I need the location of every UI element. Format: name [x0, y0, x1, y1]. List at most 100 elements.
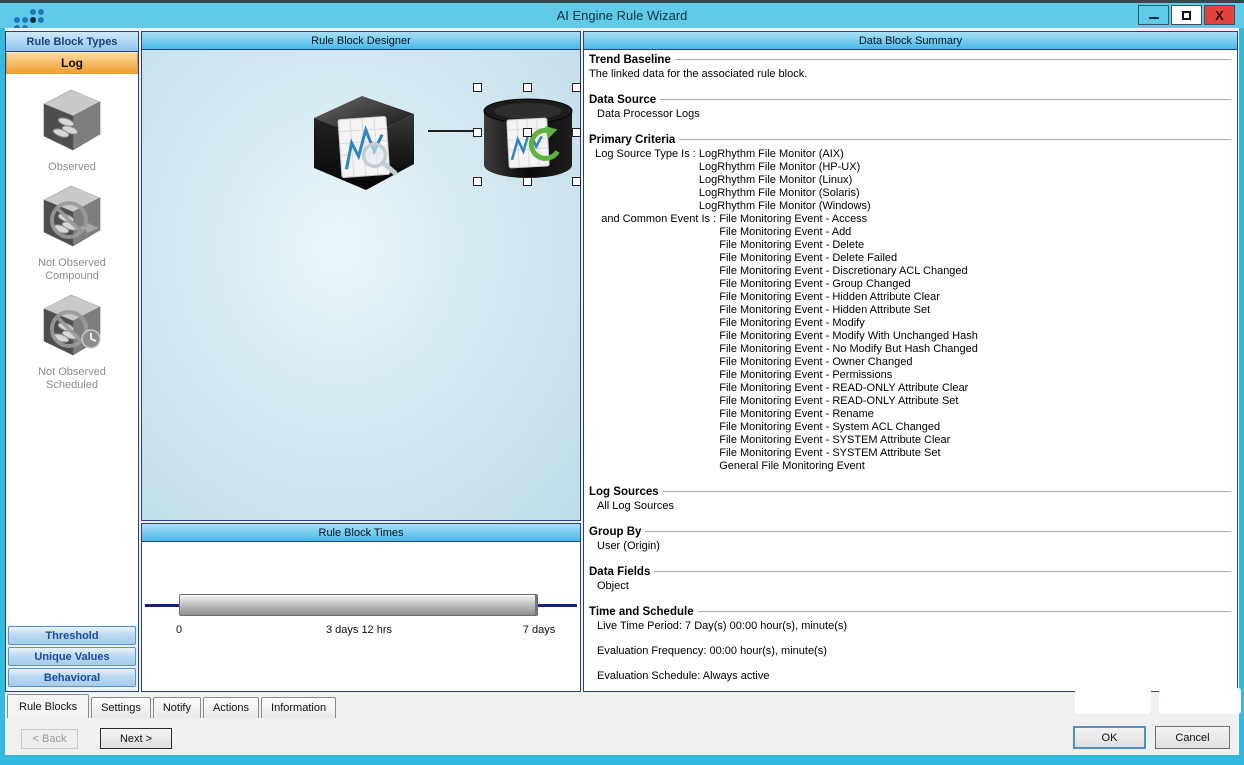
- time-range-slider[interactable]: [179, 594, 538, 616]
- section-title-text: Primary Criteria: [589, 133, 675, 147]
- cancel-button[interactable]: Cancel: [1155, 726, 1230, 749]
- rule-type-label: Not ObservedScheduled: [38, 366, 106, 392]
- tab-information[interactable]: Information: [261, 697, 336, 718]
- selection-handle[interactable]: [523, 177, 532, 186]
- criteria-value: File Monitoring Event - Hidden Attribute…: [719, 291, 1233, 304]
- criteria-value: File Monitoring Event - SYSTEM Attribute…: [719, 447, 1233, 460]
- tab-actions[interactable]: Actions: [203, 697, 259, 718]
- rule-block-times-panel: Rule Block Times 03 days 12 hrs7 days: [141, 523, 581, 692]
- criteria-value: File Monitoring Event - Owner Changed: [719, 356, 1233, 369]
- window-controls: X: [1136, 5, 1235, 25]
- selection-handle[interactable]: [572, 128, 581, 137]
- selection-handle[interactable]: [473, 128, 482, 137]
- selection-handle[interactable]: [473, 83, 482, 92]
- section-title: Log Sources: [589, 485, 1233, 499]
- section-rule-line: [679, 139, 1231, 141]
- data-block-summary-panel: Data Block Summary Trend BaselineThe lin…: [583, 31, 1238, 692]
- summary-section: Group ByUser (Origin): [589, 525, 1233, 553]
- category-button-threshold[interactable]: Threshold: [8, 626, 136, 645]
- selection-handle[interactable]: [473, 177, 482, 186]
- criteria-value: LogRhythm File Monitor (AIX): [699, 148, 1233, 161]
- selection-handle[interactable]: [572, 83, 581, 92]
- category-button-unique-values[interactable]: Unique Values: [8, 647, 136, 666]
- section-rule-line: [645, 531, 1231, 533]
- criteria-value: LogRhythm File Monitor (Solaris): [699, 187, 1233, 200]
- category-button-behavioral[interactable]: Behavioral: [8, 668, 136, 687]
- rule-type-list: Observed Not ObservedCompound Not Observ…: [6, 74, 138, 625]
- criteria-value: File Monitoring Event - Permissions: [719, 369, 1233, 382]
- rule-type-label: Not ObservedCompound: [38, 257, 106, 283]
- section-title: Trend Baseline: [589, 53, 1233, 67]
- summary-section: Data SourceData Processor Logs: [589, 93, 1233, 121]
- baseline-cylinder-block-icon[interactable]: [480, 97, 576, 188]
- ai-engine-rule-wizard-window: AI Engine Rule Wizard X Rule Block Types…: [0, 0, 1244, 765]
- criteria-value: File Monitoring Event - READ-ONLY Attrib…: [719, 395, 1233, 408]
- section-title-text: Time and Schedule: [589, 605, 694, 619]
- maximize-icon[interactable]: [1171, 5, 1202, 25]
- criteria-value: File Monitoring Event - System ACL Chang…: [719, 421, 1233, 434]
- section-rule-line: [698, 611, 1231, 613]
- window-title: AI Engine Rule Wizard: [0, 8, 1244, 23]
- ghost-rect: [1159, 688, 1241, 714]
- criteria-label: Log Source Type Is :: [589, 148, 699, 213]
- tab-settings[interactable]: Settings: [91, 697, 151, 718]
- rule-block-types-panel: Rule Block Types Log Observed Not Observ…: [5, 31, 139, 692]
- data-block-summary-header: Data Block Summary: [584, 32, 1237, 50]
- section-rule-line: [663, 491, 1231, 493]
- designer-canvas[interactable]: [142, 50, 580, 520]
- rule-block-types-header: Rule Block Types: [6, 32, 138, 52]
- section-rule-line: [660, 99, 1231, 101]
- close-icon[interactable]: X: [1204, 5, 1235, 25]
- data-block-summary-body: Trend BaselineThe linked data for the as…: [584, 50, 1237, 691]
- summary-section: Data FieldsObject: [589, 565, 1233, 593]
- rule-block-designer-header: Rule Block Designer: [142, 32, 580, 50]
- section-line: Evaluation Frequency: 00:00 hour(s), min…: [589, 645, 1233, 658]
- section-title: Data Source: [589, 93, 1233, 107]
- selection-handle[interactable]: [572, 177, 581, 186]
- section-rule-line: [675, 59, 1231, 61]
- observed-cube-icon: [36, 86, 108, 157]
- selection-handle[interactable]: [523, 83, 532, 92]
- section-title: Primary Criteria: [589, 133, 1233, 147]
- section-title-text: Trend Baseline: [589, 53, 671, 67]
- minimize-icon[interactable]: [1138, 5, 1169, 25]
- ok-button[interactable]: OK: [1073, 726, 1146, 749]
- section-line: Evaluation Schedule: Always active: [589, 670, 1233, 683]
- time-scale-label: 7 days: [523, 624, 555, 636]
- section-line: All Log Sources: [589, 500, 1233, 513]
- section-title-text: Group By: [589, 525, 641, 539]
- section-line: Live Time Period: 7 Day(s) 00:00 hour(s)…: [589, 620, 1233, 633]
- block-connector-line: [428, 130, 474, 132]
- tab-notify[interactable]: Notify: [153, 697, 201, 718]
- criteria-value: LogRhythm File Monitor (HP-UX): [699, 161, 1233, 174]
- criteria-label: and Common Event Is :: [589, 213, 719, 473]
- summary-section: Trend BaselineThe linked data for the as…: [589, 53, 1233, 81]
- title-bar[interactable]: AI Engine Rule Wizard X: [0, 3, 1244, 28]
- criteria-group: Log Source Type Is : LogRhythm File Moni…: [589, 148, 1233, 213]
- rule-type-item[interactable]: Observed: [6, 78, 138, 174]
- back-button[interactable]: < Back: [21, 729, 78, 749]
- section-line: Data Processor Logs: [589, 108, 1233, 121]
- tab-rule-blocks[interactable]: Rule Blocks: [7, 694, 89, 718]
- rule-type-item[interactable]: Not ObservedScheduled: [6, 283, 138, 392]
- criteria-value: File Monitoring Event - SYSTEM Attribute…: [719, 434, 1233, 447]
- next-button[interactable]: Next >: [100, 728, 172, 749]
- criteria-value: File Monitoring Event - Delete: [719, 239, 1233, 252]
- rule-type-item[interactable]: Not ObservedCompound: [6, 174, 138, 283]
- criteria-value: File Monitoring Event - Access: [719, 213, 1233, 226]
- tab-bar: Rule BlocksSettingsNotifyActionsInformat…: [7, 692, 338, 718]
- not-observed-scheduled-cube-icon: [36, 291, 108, 362]
- trend-cube-block-icon[interactable]: [300, 92, 428, 199]
- criteria-value: General File Monitoring Event: [719, 460, 1233, 473]
- criteria-values: File Monitoring Event - Access File Monit…: [719, 213, 1233, 473]
- selection-handle[interactable]: [523, 128, 532, 137]
- section-title: Time and Schedule: [589, 605, 1233, 619]
- criteria-value: File Monitoring Event - Delete Failed: [719, 252, 1233, 265]
- log-category-button[interactable]: Log: [6, 52, 138, 74]
- section-title-text: Data Source: [589, 93, 656, 107]
- time-scale-label: 3 days 12 hrs: [326, 624, 392, 636]
- criteria-value: File Monitoring Event - Discretionary AC…: [719, 265, 1233, 278]
- section-title: Group By: [589, 525, 1233, 539]
- time-scale-label: 0: [176, 624, 182, 636]
- not-observed-compound-cube-icon: [36, 182, 108, 253]
